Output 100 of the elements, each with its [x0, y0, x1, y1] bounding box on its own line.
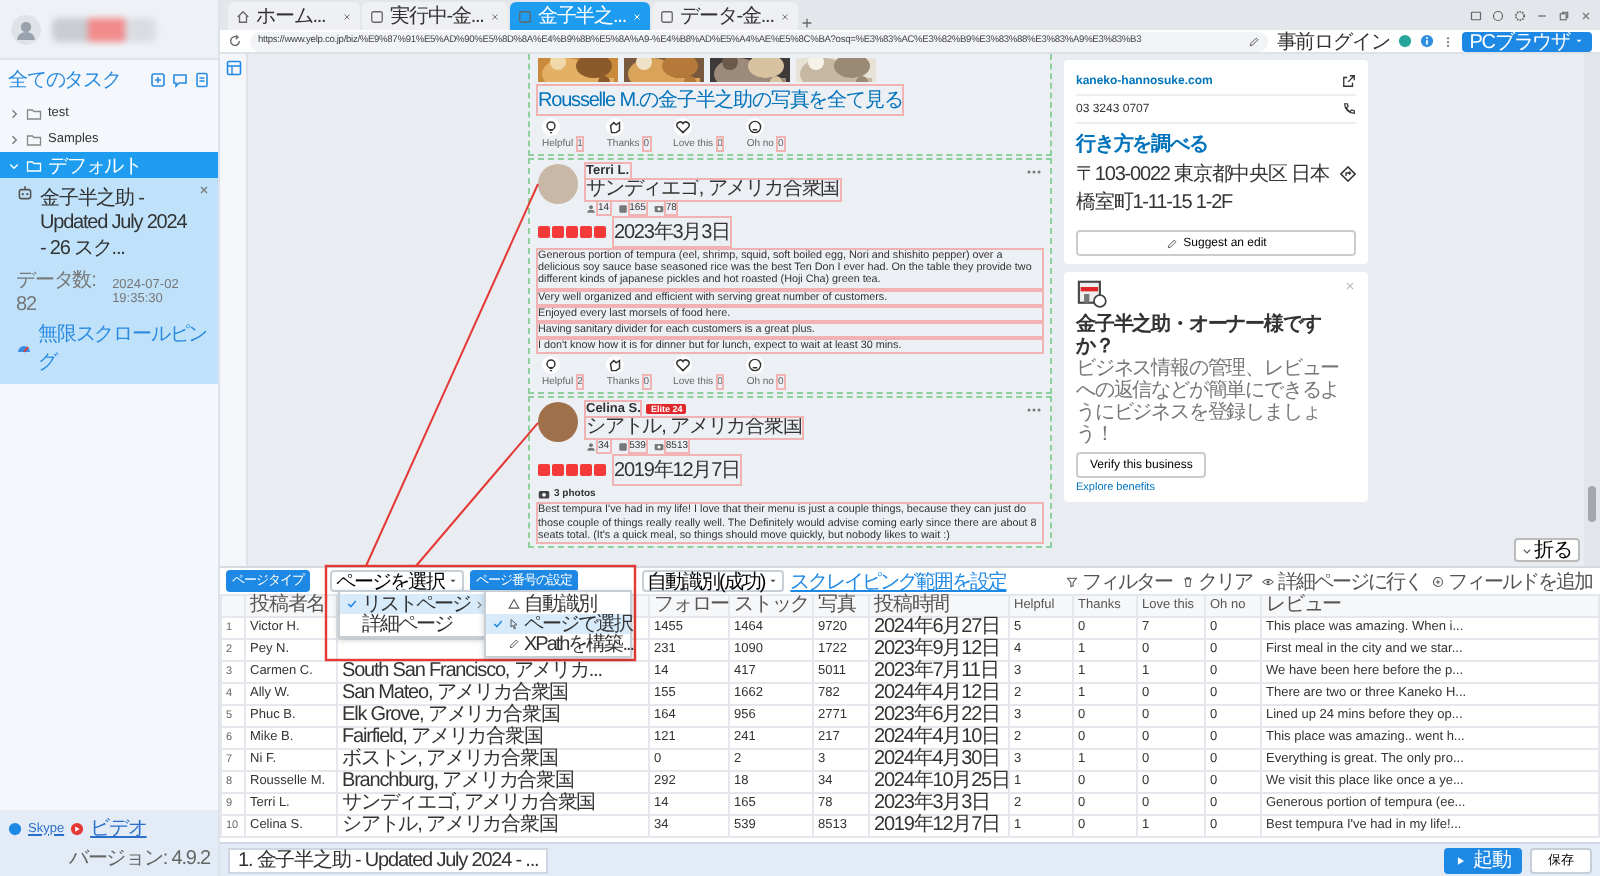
- photo-icon: [653, 203, 664, 213]
- document-icon[interactable]: [194, 72, 210, 88]
- screen-icon[interactable]: [1470, 9, 1482, 21]
- table-cell: Branchburg, アメリカ合衆国: [337, 771, 649, 793]
- new-tab-icon[interactable]: [799, 16, 814, 30]
- menu-item[interactable]: 詳細ページ: [340, 614, 484, 634]
- gauge-icon: [16, 340, 32, 356]
- face-icon[interactable]: [746, 356, 765, 375]
- table-cell: 2019年12月7日: [869, 815, 1009, 837]
- menu-item[interactable]: 自動識別: [486, 594, 630, 614]
- minimize-icon[interactable]: [1536, 9, 1548, 21]
- camera-icon: [538, 488, 550, 501]
- table-cell: San Mateo, アメリカ合衆国: [337, 683, 649, 705]
- table-cell: 2023年7月11日: [869, 661, 1009, 683]
- browser-tab[interactable]: ホーム...: [228, 2, 360, 30]
- column-header: レビュー: [1261, 595, 1599, 617]
- caret-icon: [448, 576, 458, 586]
- filter-icon: [1066, 575, 1078, 587]
- speech-bubble-icon[interactable]: [172, 72, 188, 88]
- table-cell: 2024年6月27日: [869, 617, 1009, 639]
- pencil-icon: [508, 638, 520, 650]
- redaction-blur: [52, 17, 156, 41]
- browser-tab[interactable]: データ-金...: [652, 2, 798, 30]
- toolbar-button[interactable]: フィールドを追加: [1430, 567, 1594, 595]
- start-button[interactable]: 起動: [1444, 847, 1523, 873]
- table-icon[interactable]: [225, 60, 241, 76]
- table-cell: South San Francisco, アメリカ...: [337, 661, 649, 683]
- browser-mode-button[interactable]: PCブラウザ: [1461, 31, 1592, 51]
- scrollbar-thumb[interactable]: [1588, 486, 1596, 522]
- chevron-right-icon: [8, 107, 20, 119]
- toolbar-button[interactable]: 詳細ページに行く: [1260, 567, 1424, 595]
- column-header: フォロー: [649, 595, 729, 617]
- close-icon[interactable]: [779, 11, 790, 21]
- avatar: [538, 402, 578, 443]
- phone-icon: [1342, 102, 1356, 116]
- friends-icon: [586, 441, 596, 452]
- table-cell: 2023年3月3日: [869, 793, 1009, 815]
- toolbar-button[interactable]: クリア: [1180, 567, 1254, 595]
- help-icon[interactable]: [1492, 9, 1504, 21]
- menu-item[interactable]: ページで選択: [486, 614, 630, 634]
- column-header: 写真: [813, 595, 869, 617]
- chevron-right-icon: [8, 133, 20, 145]
- heart-icon[interactable]: [673, 356, 692, 375]
- toolbar-button[interactable]: フィルター: [1064, 567, 1174, 595]
- task-mode: 無限スクロールピング: [38, 322, 210, 376]
- avatar-icon: [10, 13, 42, 45]
- pencil-icon[interactable]: [1248, 35, 1261, 47]
- browser-tab[interactable]: 実行中-金...: [362, 2, 508, 30]
- check-icon: [346, 598, 358, 610]
- plus-circle-icon: [1432, 575, 1444, 587]
- address-text: 〒103-0022 東京都中央区 日本橋室町1-11-15 1-2F: [1076, 161, 1331, 216]
- collapse-button[interactable]: 折る: [1514, 538, 1580, 562]
- table-cell: 2024年4月30日: [869, 749, 1009, 771]
- heart-icon[interactable]: [673, 118, 692, 136]
- info-icon[interactable]: [1419, 34, 1434, 48]
- page-icon: [660, 9, 675, 23]
- version-label: バージョン: 4.9.2: [68, 846, 210, 872]
- task-tab[interactable]: 1. 金子半之助 - Updated July 2024 - ...: [228, 847, 549, 873]
- pointer-icon: [508, 618, 520, 630]
- lightbulb-icon[interactable]: [542, 356, 560, 375]
- friends-icon: [586, 203, 596, 213]
- restore-icon[interactable]: [1558, 9, 1570, 21]
- lightbulb-icon[interactable]: [542, 118, 560, 136]
- caret-icon: [768, 576, 779, 586]
- chevron-down-icon: [8, 159, 20, 171]
- table-cell: 2024年4月12日: [869, 683, 1009, 705]
- section-title: 全てのタスク: [8, 68, 123, 94]
- close-icon[interactable]: [1344, 280, 1356, 292]
- photo-icon: [653, 441, 664, 452]
- directions-link[interactable]: 行き方を調べる: [1076, 130, 1332, 158]
- claim-description: ビジネス情報の管理、レビューへの返信などが簡単にできるようにビジネスを登録しましょう！: [1076, 358, 1342, 446]
- reviewer-location: シアトル, アメリカ合衆国: [586, 418, 802, 439]
- hands-icon[interactable]: [606, 356, 625, 375]
- table-cell: ボストン, アメリカ合衆国: [337, 749, 649, 771]
- chevron-right-icon: [474, 599, 484, 609]
- new-task-icon[interactable]: [150, 72, 166, 88]
- reload-icon[interactable]: [228, 34, 242, 48]
- page-icon: [370, 9, 384, 23]
- directions-icon: [1340, 165, 1356, 181]
- column-header: 投稿者名: [245, 595, 337, 617]
- close-icon[interactable]: [1580, 9, 1592, 21]
- menu-item[interactable]: XPathを構築...: [486, 634, 630, 654]
- scrape-range-link[interactable]: スクレイピング範囲を設定: [790, 567, 1007, 595]
- auto-detect-dropdown[interactable]: 自動識別(成功): [641, 570, 785, 592]
- close-icon[interactable]: [342, 11, 352, 21]
- close-icon[interactable]: [198, 184, 210, 196]
- close-icon[interactable]: [489, 11, 500, 21]
- table-cell: 2024年4月10日: [869, 727, 1009, 749]
- hands-icon[interactable]: [606, 118, 625, 136]
- robot-icon: [16, 184, 34, 202]
- face-icon[interactable]: [746, 118, 765, 136]
- help-link[interactable]: ビデオ: [90, 814, 147, 842]
- menu-item[interactable]: リストページ: [340, 594, 484, 614]
- column-header: ストック: [729, 595, 813, 617]
- caret-icon: [1574, 36, 1584, 46]
- photo-link[interactable]: Rousselle M.の金子半之助の写真を全て見る: [538, 86, 903, 114]
- page-icon: [517, 9, 532, 23]
- profile-icon[interactable]: [1397, 34, 1412, 48]
- settings-icon[interactable]: [1514, 9, 1526, 21]
- pre-login-link[interactable]: 事前ログイン: [1276, 27, 1390, 55]
